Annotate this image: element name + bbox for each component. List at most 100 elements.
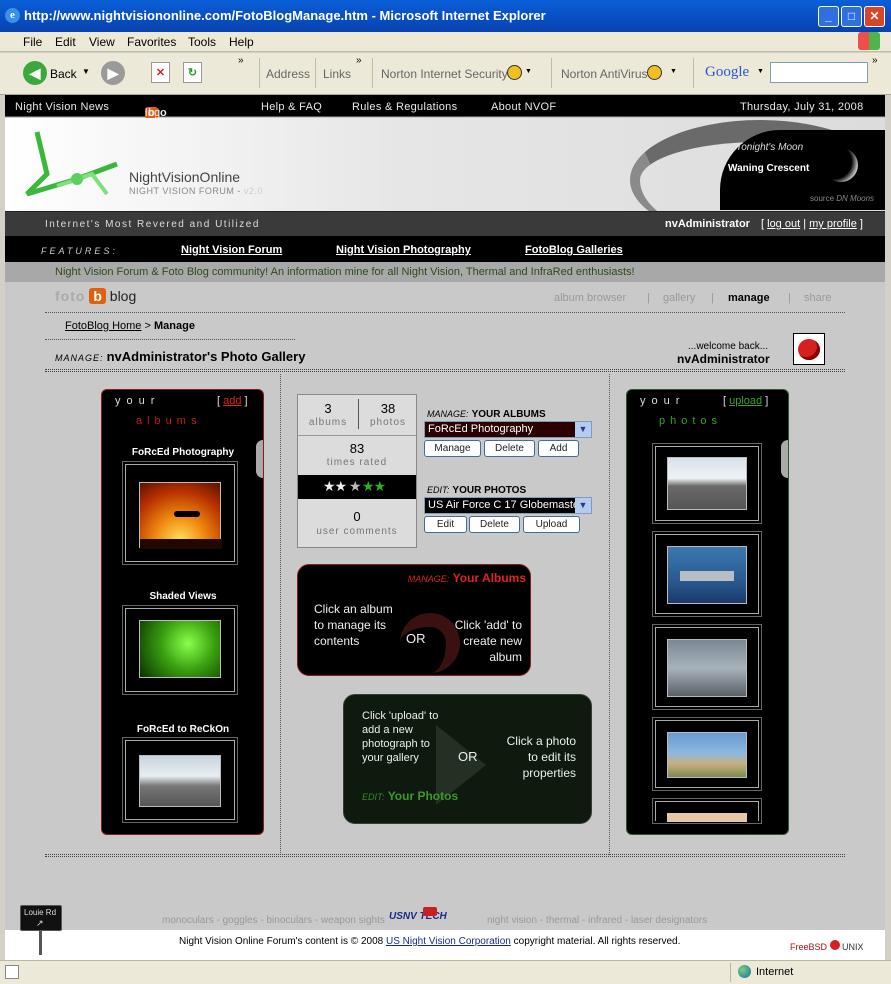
minimize-button[interactable]: _	[818, 6, 839, 27]
tag-bar: Internet's Most Revered and Utilized nvA…	[5, 211, 885, 236]
dropdown-icon[interactable]: ▼	[525, 68, 532, 75]
photo-thumb[interactable]	[652, 443, 762, 524]
google-search-input[interactable]	[770, 62, 868, 83]
close-button[interactable]: ✕	[864, 6, 885, 27]
moon-source-name: DN Moons	[836, 194, 875, 203]
photos-help-right: Click a photo to edit its properties	[506, 734, 576, 780]
fotoblog-blog: blog	[109, 288, 137, 304]
stop-icon[interactable]: ✕	[151, 62, 170, 83]
tab-album-browser[interactable]: album browser	[554, 292, 626, 304]
dropdown-icon[interactable]: ▼	[757, 68, 764, 75]
feature-galleries-link[interactable]: FotoBlog Galleries	[525, 244, 623, 256]
menu-help[interactable]: Help	[229, 35, 254, 49]
norton-security-button[interactable]: Norton Internet Security	[381, 67, 508, 81]
or-text: OR	[406, 631, 426, 646]
nav-rules[interactable]: Rules & Regulations	[352, 101, 457, 113]
manage-album-button[interactable]: Manage	[424, 440, 481, 457]
photo-thumb[interactable]	[652, 717, 762, 791]
menu-view[interactable]: View	[89, 35, 115, 49]
horizon	[140, 539, 222, 549]
back-button[interactable]: Back	[50, 67, 77, 81]
menu-tools[interactable]: Tools	[188, 35, 216, 49]
tab-share[interactable]: share	[804, 292, 832, 304]
moon-phase: Waning Crescent	[728, 163, 810, 174]
albums-heading: albums	[136, 415, 202, 427]
google-logo[interactable]: Google	[705, 64, 749, 81]
upload-link[interactable]: upload	[729, 395, 762, 407]
photo-thumb[interactable]	[652, 531, 762, 617]
profile-link[interactable]: my profile	[809, 218, 857, 230]
delete-photo-button[interactable]: Delete	[469, 516, 520, 533]
address-label[interactable]: Address	[266, 67, 310, 81]
album-thumb[interactable]	[122, 737, 238, 823]
album-title[interactable]: FoRcEd to ReCkOn	[112, 724, 254, 735]
corporation-link[interactable]: US Night Vision Corporation	[386, 936, 511, 947]
album-select[interactable]: FoRcEd Photography ▼	[424, 421, 592, 438]
tab-separator: |	[711, 292, 714, 304]
rating-stars: ★★ ★ ★★	[298, 475, 416, 499]
photo-select[interactable]: US Air Force C 17 Globemaster ▼	[424, 497, 592, 514]
copyright-text: Night Vision Online Forum's content is ©…	[179, 936, 680, 947]
fotoblog-b: b	[89, 288, 106, 304]
tab-manage[interactable]: manage	[728, 292, 770, 304]
album-thumb[interactable]	[122, 605, 238, 695]
forward-arrow-icon[interactable]: ▶	[101, 61, 125, 85]
scroll-tab[interactable]	[781, 440, 788, 478]
separator	[372, 58, 373, 88]
welcome-text: ...welcome back...	[688, 341, 769, 352]
chevron-down-icon[interactable]: ▼	[575, 422, 591, 437]
sign-text: Louie Rd	[24, 908, 57, 917]
nav-help[interactable]: Help & FAQ	[261, 101, 322, 113]
edit-photo-button[interactable]: Edit	[424, 516, 467, 533]
site-name[interactable]: NightVisionOnline	[129, 169, 240, 185]
maximize-button[interactable]: □	[841, 6, 862, 27]
chevron-more-icon[interactable]: »	[356, 55, 362, 66]
manage-label: MANAGE:	[427, 409, 469, 419]
breadcrumb-home-link[interactable]: FotoBlog Home	[65, 320, 141, 332]
album-title[interactable]: Shaded Views	[112, 591, 254, 602]
back-dropdown-icon[interactable]: ▼	[82, 67, 90, 76]
site-subtitle: NIGHT VISION FORUM - v2.0	[129, 186, 263, 196]
feature-photography-link[interactable]: Night Vision Photography	[336, 244, 471, 256]
moon-title: Tonight's Moon	[736, 142, 804, 153]
chevron-down-icon[interactable]: ▼	[575, 498, 591, 513]
norton-antivirus-button[interactable]: Norton AntiVirus	[561, 67, 648, 81]
norton-shield-icon[interactable]	[647, 65, 662, 80]
refresh-icon[interactable]: ↻	[183, 62, 202, 83]
back-arrow-icon[interactable]: ◀	[23, 61, 47, 85]
chevron-more-icon[interactable]: »	[872, 55, 878, 66]
freebsd-text: FreeBSD	[790, 942, 828, 952]
menu-edit[interactable]: Edit	[55, 35, 76, 49]
add-album-link[interactable]: add	[223, 395, 241, 407]
delete-album-button[interactable]: Delete	[484, 440, 535, 457]
footer-products-left: monoculars - goggles - binoculars - weap…	[162, 915, 385, 926]
photo-thumb[interactable]	[652, 798, 762, 824]
star-icon: ★★	[362, 478, 386, 494]
windows-logo-icon	[858, 32, 880, 50]
fotoblog-foto: foto	[55, 288, 86, 304]
usnv-logo[interactable]: USNV TECH	[389, 907, 471, 925]
tab-gallery[interactable]: gallery	[663, 292, 695, 304]
menu-favorites[interactable]: Favorites	[127, 35, 176, 49]
upload-photo-button[interactable]: Upload	[523, 516, 580, 533]
status-divider	[730, 963, 731, 982]
links-label[interactable]: Links	[323, 67, 351, 81]
shield-icon	[423, 907, 437, 916]
photo-thumb[interactable]	[652, 624, 762, 710]
add-album-button[interactable]: Add	[538, 440, 579, 457]
avatar[interactable]	[793, 333, 825, 365]
album-thumb[interactable]	[122, 461, 238, 565]
rated-count-label: times rated	[326, 457, 388, 468]
scroll-tab[interactable]	[256, 440, 263, 478]
album-title[interactable]: FoRcEd Photography	[112, 447, 254, 458]
menu-file[interactable]: File	[23, 35, 42, 49]
fotoblog-logo[interactable]: foto b blog	[55, 288, 136, 304]
nav-about[interactable]: About NVOF	[491, 101, 556, 113]
chevron-more-icon[interactable]: »	[238, 55, 244, 66]
dropdown-icon[interactable]: ▼	[670, 68, 677, 75]
logout-link[interactable]: log out	[767, 218, 800, 230]
norton-globe-icon[interactable]	[507, 65, 522, 80]
louie-rd-sign[interactable]: Louie Rd ↗	[20, 905, 62, 931]
nav-news[interactable]: Night Vision News	[15, 101, 109, 113]
feature-forum-link[interactable]: Night Vision Forum	[181, 244, 282, 256]
